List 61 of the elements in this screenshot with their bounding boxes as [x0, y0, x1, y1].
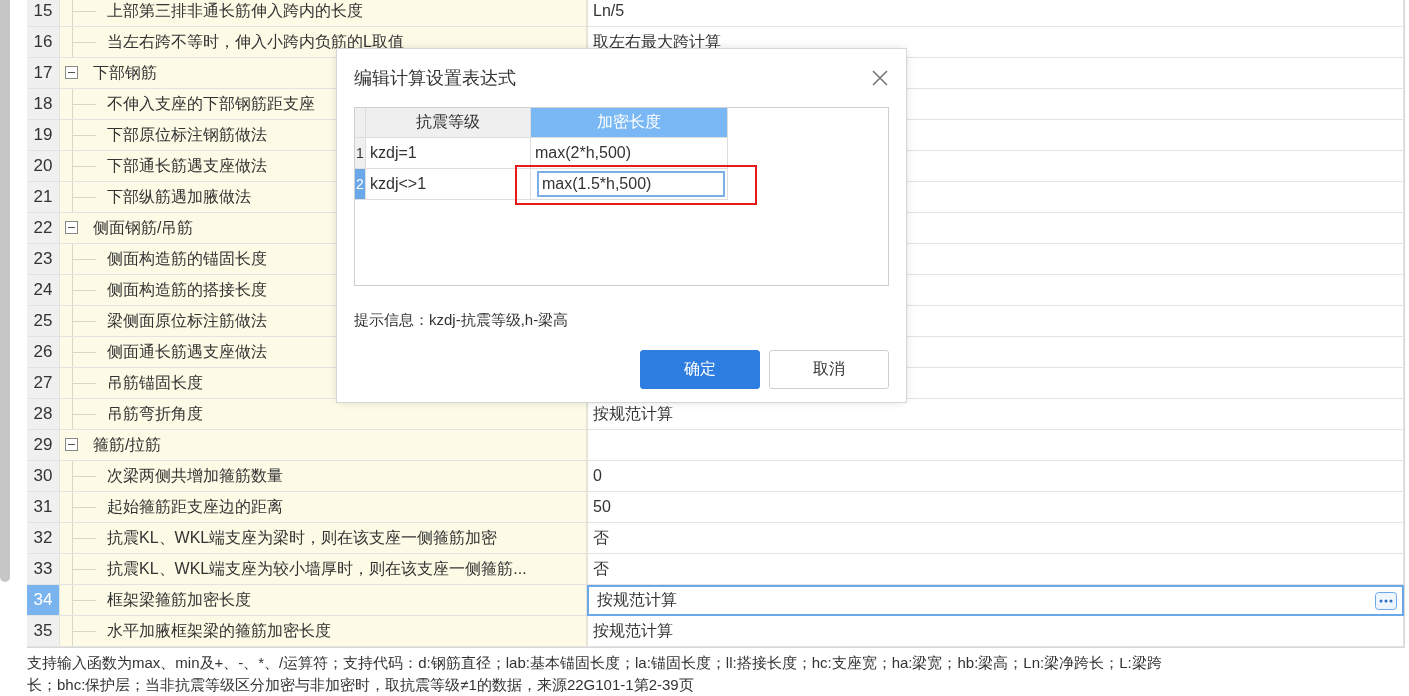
table-cell: 水平加腋框架梁的箍筋加密长度 [60, 616, 587, 647]
confirm-button[interactable]: 确定 [640, 350, 760, 389]
row-number: 1 [355, 138, 366, 169]
hint-text: 提示信息：kzdj-抗震等级,h-梁高 [354, 311, 570, 330]
collapse-icon[interactable] [65, 221, 78, 234]
row-number: 18 [27, 89, 60, 120]
scrollbar-thumb[interactable] [0, 0, 10, 582]
table-cell: 抗震KL、WKL端支座为梁时，则在该支座一侧箍筋加密 [60, 523, 587, 554]
table-cell: 否 [587, 523, 1404, 554]
dialog-title: 编辑计算设置表达式 [354, 67, 516, 90]
table-cell: kzdj=1 [366, 138, 531, 169]
row-number: 30 [27, 461, 60, 492]
group-label: 侧面钢筋/吊筋 [93, 217, 194, 238]
row-number: 22 [27, 213, 60, 244]
row-number: 27 [27, 368, 60, 399]
collapse-icon[interactable] [65, 438, 78, 451]
corner-cell [355, 108, 366, 138]
table-cell: kzdj<>1 [366, 169, 531, 200]
table-cell: 框架梁箍筋加密长度 [60, 585, 587, 616]
collapse-icon[interactable] [65, 66, 78, 79]
row-number: 17 [27, 58, 60, 89]
row-number: 23 [27, 244, 60, 275]
table-cell: 0 [587, 461, 1404, 492]
row-number: 34 [27, 585, 60, 616]
table-cell: Ln/5 [587, 0, 1404, 27]
row-number: 2 [355, 169, 366, 200]
cell-value: 按规范计算 [597, 590, 677, 610]
row-number: 35 [27, 616, 60, 647]
table-cell: 50 [587, 492, 1404, 523]
table-cell: 抗震KL、WKL端支座为较小墙厚时，则在该支座一侧箍筋... [60, 554, 587, 585]
cancel-button[interactable]: 取消 [769, 350, 889, 389]
table-cell: 次梁两侧共增加箍筋数量 [60, 461, 587, 492]
row-number: 20 [27, 151, 60, 182]
row-number: 19 [27, 120, 60, 151]
table-cell: 按规范计算 [587, 616, 1404, 647]
table-cell: 按规范计算 [587, 399, 1404, 430]
more-button[interactable] [1375, 592, 1397, 610]
table-cell: 否 [587, 554, 1404, 585]
help-text: 长；bhc:保护层；当非抗震等级区分加密与非加密时，取抗震等级≠1的数据，来源22G101-1第2-39页 [27, 675, 695, 695]
row-number: 15 [27, 0, 60, 27]
table-cell: 吊筋弯折角度 [60, 399, 587, 430]
row-number: 32 [27, 523, 60, 554]
table-cell[interactable]: 按规范计算 [587, 585, 1404, 616]
table-cell: max(2*h,500) [531, 138, 728, 169]
row-number: 21 [27, 182, 60, 213]
row-number: 31 [27, 492, 60, 523]
row-number: 24 [27, 275, 60, 306]
row-number: 25 [27, 306, 60, 337]
help-text: 支持输入函数为max、min及+、-、*、/运算符；支持代码：d:钢筋直径；lab:基本锚固长度；la:锚固长度；ll:搭接长度；hc:支座宽；ha:梁宽；hb:梁高；Ln:梁净跨长；L:梁跨 [27, 653, 1163, 673]
input-field[interactable]: max(1.5*h,500) [537, 171, 725, 197]
group-label: 下部钢筋 [93, 62, 157, 83]
row-number: 33 [27, 554, 60, 585]
column-header[interactable]: 抗震等级 [366, 108, 531, 138]
close-icon[interactable] [871, 69, 889, 87]
row-number: 26 [27, 337, 60, 368]
table-cell: 上部第三排非通长筋伸入跨内的长度 [60, 0, 587, 27]
group-label: 箍筋/拉筋 [93, 434, 162, 455]
row-number: 29 [27, 430, 60, 461]
row-number: 16 [27, 27, 60, 58]
row-number: 28 [27, 399, 60, 430]
table-cell: 起始箍筋距支座边的距离 [60, 492, 587, 523]
